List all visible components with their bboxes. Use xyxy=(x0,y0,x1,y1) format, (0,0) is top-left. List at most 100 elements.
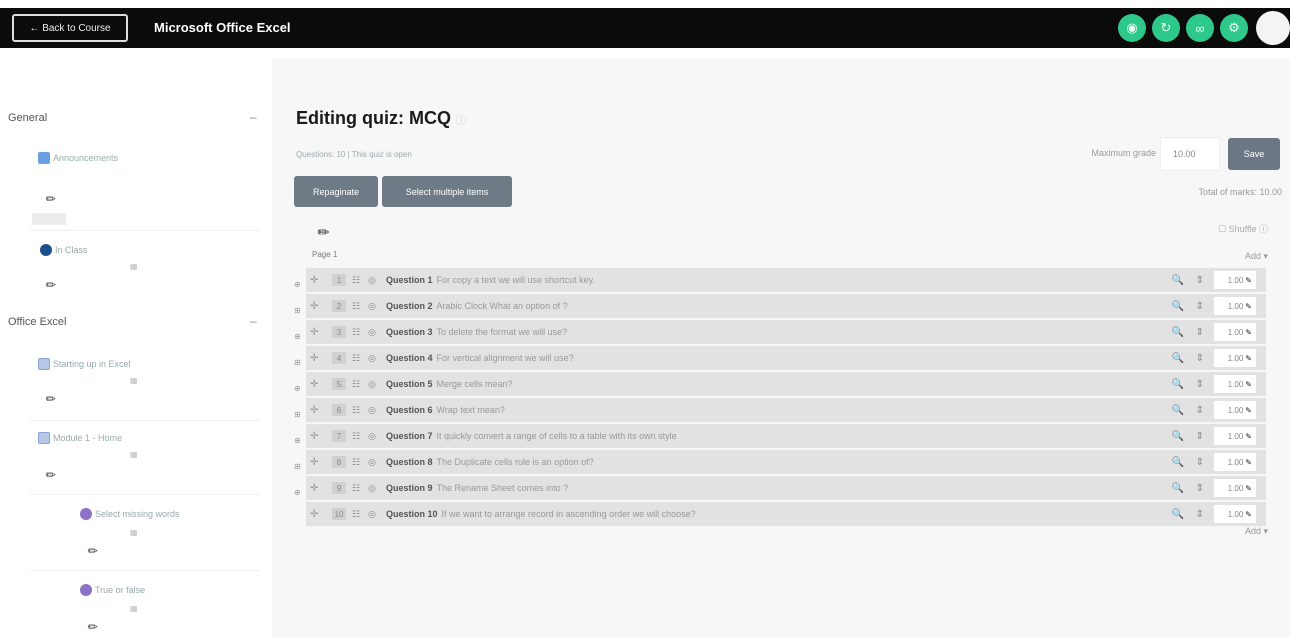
preview-icon[interactable]: 🔍 xyxy=(1172,353,1184,364)
mark-field[interactable]: 1.00 ✎ xyxy=(1214,401,1256,419)
refresh-icon[interactable]: ↻ xyxy=(1152,14,1180,42)
page-break-icon[interactable]: ⊕ xyxy=(294,384,301,393)
collapse-icon[interactable]: – xyxy=(250,110,257,124)
reorder-icon[interactable]: ⇕ xyxy=(1196,275,1204,286)
question-label[interactable]: Question 9 xyxy=(386,483,433,493)
question-row[interactable]: ✛ 1 ☷ ◎ Question 1 For copy a text we will us… xyxy=(294,268,1266,292)
question-label[interactable]: Question 6 xyxy=(386,405,433,415)
edit-icon[interactable]: ✎ xyxy=(43,276,60,293)
section-title-office-excel[interactable]: Office Excel xyxy=(8,316,67,328)
collapse-icon[interactable]: – xyxy=(250,314,257,328)
shuffle-checkbox-icon[interactable]: ☐ xyxy=(1218,224,1226,234)
preview-icon[interactable]: 🔍 xyxy=(1172,509,1184,520)
sidebar-item-module-1[interactable]: Module 1 - Home xyxy=(38,432,122,444)
question-row[interactable]: ✛ 4 ☷ ◎ Question 4 For vertical alignment we … xyxy=(294,346,1266,370)
preview-icon[interactable]: 🔍 xyxy=(1172,405,1184,416)
edit-icon[interactable]: ✎ xyxy=(43,466,60,483)
save-button[interactable]: Save xyxy=(1228,138,1280,170)
page-break-icon[interactable]: ⊞ xyxy=(294,410,301,419)
repaginate-button[interactable]: Repaginate xyxy=(294,176,378,207)
page-break-icon[interactable]: ⊕ xyxy=(294,280,301,289)
mark-field[interactable]: 1.00 ✎ xyxy=(1214,453,1256,471)
back-to-course-button[interactable]: ← Back to Course xyxy=(12,14,128,42)
edit-mark-icon[interactable]: ✎ xyxy=(1245,380,1252,389)
edit-mark-icon[interactable]: ✎ xyxy=(1245,458,1252,467)
preview-question-icon[interactable]: ◎ xyxy=(368,353,378,364)
view-icon[interactable]: ◉ xyxy=(1118,14,1146,42)
preview-question-icon[interactable]: ◎ xyxy=(368,509,378,520)
edit-mark-icon[interactable]: ✎ xyxy=(1245,432,1252,441)
link-icon[interactable]: ∞ xyxy=(1186,14,1214,42)
page-break-icon[interactable]: ⊞ xyxy=(294,462,301,471)
question-label[interactable]: Question 10 xyxy=(386,509,438,519)
edit-mark-icon[interactable]: ✎ xyxy=(1245,328,1252,337)
move-icon[interactable]: ✛ xyxy=(310,483,322,494)
avatar[interactable] xyxy=(1256,11,1290,45)
reorder-icon[interactable]: ⇕ xyxy=(1196,483,1204,494)
edit-icon[interactable]: ✎ xyxy=(85,618,102,635)
preview-icon[interactable]: 🔍 xyxy=(1172,431,1184,442)
move-icon[interactable]: ✛ xyxy=(310,431,322,442)
edit-mark-icon[interactable]: ✎ xyxy=(1245,484,1252,493)
move-icon[interactable]: ✛ xyxy=(310,327,322,338)
sidebar-item-select-missing-words[interactable]: Select missing words xyxy=(80,508,180,520)
preview-question-icon[interactable]: ◎ xyxy=(368,405,378,416)
question-row[interactable]: ✛ 10 ☷ ◎ Question 10 If we want to arrange re… xyxy=(306,502,1266,526)
section-title-general[interactable]: General xyxy=(8,112,47,124)
preview-question-icon[interactable]: ◎ xyxy=(368,275,378,286)
preview-icon[interactable]: 🔍 xyxy=(1172,379,1184,390)
reorder-icon[interactable]: ⇕ xyxy=(1196,509,1204,520)
question-row[interactable]: ✛ 7 ☷ ◎ Question 7 It quickly convert a range… xyxy=(294,424,1266,448)
question-row[interactable]: ✛ 6 ☷ ◎ Question 6 Wrap text mean? 🔍 ⇕ 1.00 ✎ ⊞ xyxy=(294,398,1266,422)
preview-question-icon[interactable]: ◎ xyxy=(368,379,378,390)
question-row[interactable]: ✛ 8 ☷ ◎ Question 8 The Duplicate cells rule i… xyxy=(294,450,1266,474)
help-icon[interactable]: ⓘ xyxy=(1259,224,1268,234)
select-multiple-items-button[interactable]: Select multiple items xyxy=(382,176,512,207)
mark-field[interactable]: 1.00 ✎ xyxy=(1214,323,1256,341)
mark-field[interactable]: 1.00 ✎ xyxy=(1214,297,1256,315)
edit-icon[interactable]: ✎ xyxy=(43,390,60,407)
mark-field[interactable]: 1.00 ✎ xyxy=(1214,505,1256,523)
edit-mark-icon[interactable]: ✎ xyxy=(1245,510,1252,519)
add-menu-link[interactable]: Add ▾ xyxy=(1245,251,1268,262)
edit-icon[interactable]: ✎ xyxy=(85,542,102,559)
page-break-icon[interactable]: ⊞ xyxy=(294,306,301,315)
reorder-icon[interactable]: ⇕ xyxy=(1196,327,1204,338)
question-label[interactable]: Question 1 xyxy=(386,275,433,285)
mark-field[interactable]: 1.00 ✎ xyxy=(1214,479,1256,497)
preview-question-icon[interactable]: ◎ xyxy=(368,301,378,312)
maximum-grade-input[interactable]: 10.00 xyxy=(1160,137,1220,171)
page-break-icon[interactable]: ⊕ xyxy=(294,436,301,445)
question-label[interactable]: Question 2 xyxy=(386,301,433,311)
preview-question-icon[interactable]: ◎ xyxy=(368,457,378,468)
move-icon[interactable]: ✛ xyxy=(310,353,322,364)
question-label[interactable]: Question 8 xyxy=(386,457,433,467)
move-icon[interactable]: ✛ xyxy=(310,301,322,312)
move-icon[interactable]: ✛ xyxy=(310,379,322,390)
shuffle-toggle[interactable]: ☐ Shuffle ⓘ xyxy=(1218,222,1268,235)
reorder-icon[interactable]: ⇕ xyxy=(1196,457,1204,468)
reorder-icon[interactable]: ⇕ xyxy=(1196,301,1204,312)
mark-field[interactable]: 1.00 ✎ xyxy=(1214,427,1256,445)
reorder-icon[interactable]: ⇕ xyxy=(1196,379,1204,390)
question-label[interactable]: Question 4 xyxy=(386,353,433,363)
mark-field[interactable]: 1.00 ✎ xyxy=(1214,349,1256,367)
sidebar-item-announcements[interactable]: Announcements xyxy=(38,152,118,164)
sidebar-item-true-or-false[interactable]: True or false xyxy=(80,584,145,596)
reorder-icon[interactable]: ⇕ xyxy=(1196,353,1204,364)
preview-question-icon[interactable]: ◎ xyxy=(368,483,378,494)
move-icon[interactable]: ✛ xyxy=(310,275,322,286)
reorder-icon[interactable]: ⇕ xyxy=(1196,405,1204,416)
preview-question-icon[interactable]: ◎ xyxy=(368,431,378,442)
question-row[interactable]: ✛ 3 ☷ ◎ Question 3 To delete the format we wi… xyxy=(294,320,1266,344)
settings-icon[interactable]: ⚙ xyxy=(1220,14,1248,42)
mark-field[interactable]: 1.00 ✎ xyxy=(1214,271,1256,289)
page-break-icon[interactable]: ⊕ xyxy=(294,488,301,497)
add-menu-link[interactable]: Add ▾ xyxy=(1245,526,1268,537)
sidebar-item-in-class[interactable]: In Class xyxy=(40,244,88,256)
preview-question-icon[interactable]: ◎ xyxy=(368,327,378,338)
question-label[interactable]: Question 5 xyxy=(386,379,433,389)
preview-icon[interactable]: 🔍 xyxy=(1172,457,1184,468)
move-icon[interactable]: ✛ xyxy=(310,405,322,416)
move-icon[interactable]: ✛ xyxy=(310,457,322,468)
